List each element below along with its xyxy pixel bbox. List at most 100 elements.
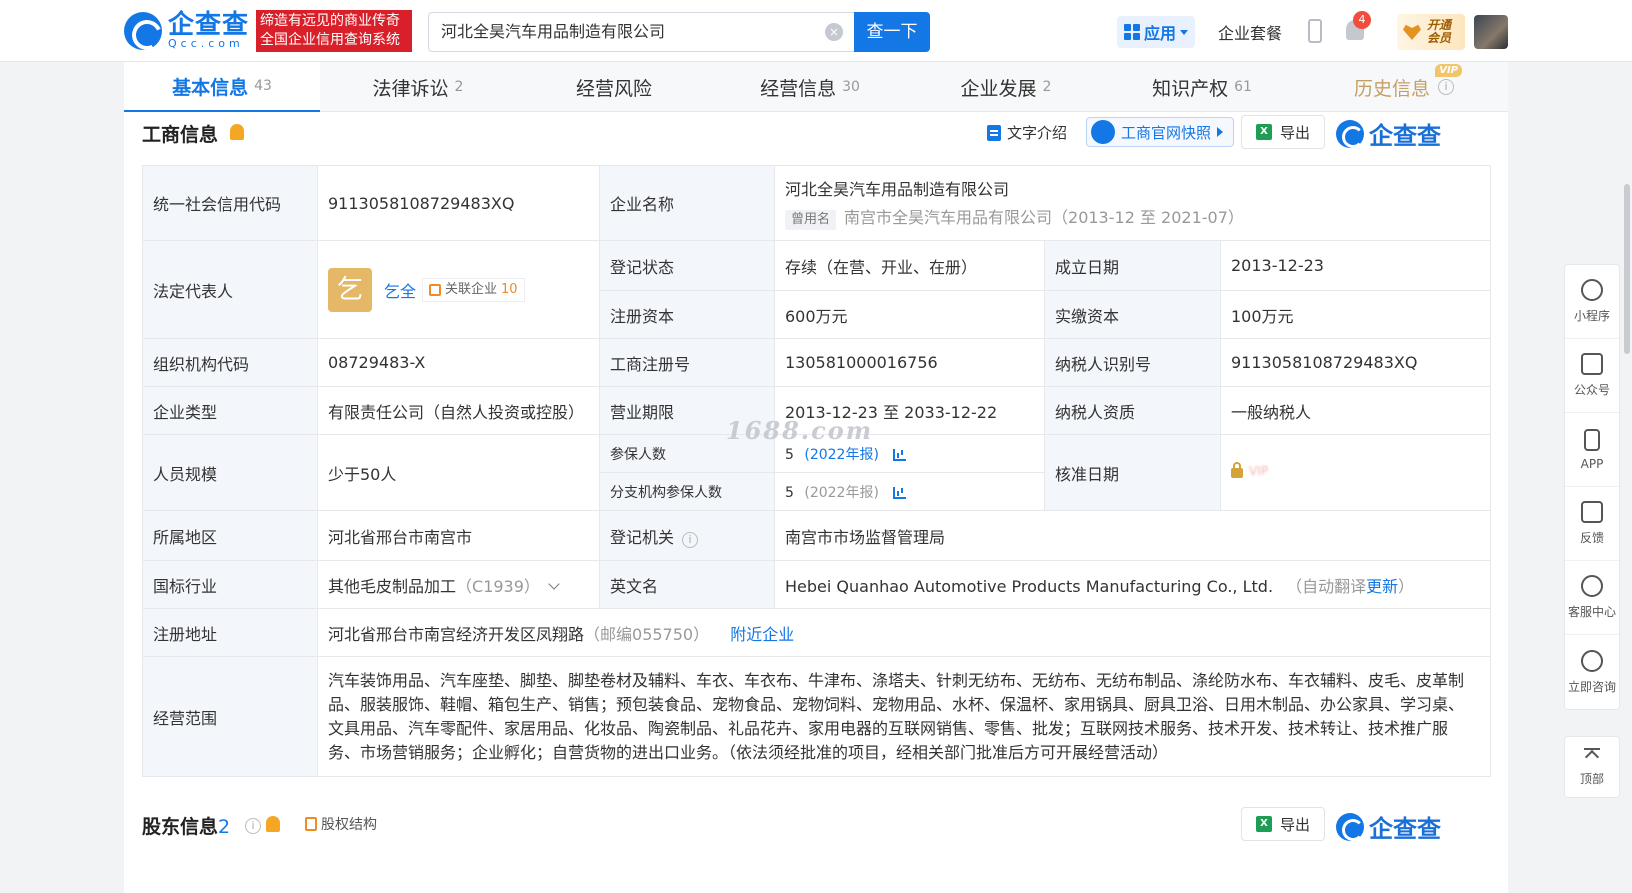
- staff-size-value: 少于50人: [317, 434, 600, 511]
- legal-rep-avatar[interactable]: 乞: [328, 267, 372, 312]
- paid-capital-value: 100万元: [1220, 290, 1491, 339]
- headset-icon: [1581, 575, 1603, 597]
- shareholder-export-button[interactable]: X 导出: [1241, 807, 1326, 841]
- business-info-title: 工商信息: [142, 124, 219, 146]
- rail-service-center[interactable]: 客服中心: [1565, 561, 1619, 635]
- tab-risk[interactable]: 经营风险: [516, 62, 712, 112]
- table-row: 国标行业 其他毛皮制品加工（C1939） 英文名 Hebei Quanhao A…: [142, 560, 1491, 609]
- excel-icon: X: [1256, 124, 1272, 140]
- notification-badge: 4: [1353, 11, 1371, 29]
- shareholder-count: 2: [218, 816, 231, 838]
- table-row: 法定代表人 乞乞全 关联企业 10 登记状态 存续（在营、开业、在册） 成立日期 2…: [142, 240, 1491, 339]
- reg-status-label: 登记状态: [599, 240, 775, 291]
- former-name-tag: 曾用名: [785, 210, 837, 230]
- logo-en: Qcc.com: [168, 37, 244, 50]
- reg-authority-label-cell: 登记机关 i: [599, 510, 775, 561]
- snapshot-icon: [1091, 120, 1115, 144]
- qcc-brand-logo: 企查查: [1336, 809, 1441, 844]
- info-icon[interactable]: i: [682, 531, 699, 548]
- taxpayer-id-label: 纳税人识别号: [1044, 338, 1221, 387]
- page-scrollbar[interactable]: [1624, 184, 1630, 354]
- follow-bell-icon[interactable]: [230, 124, 244, 140]
- search-button[interactable]: 查一下: [854, 12, 930, 52]
- business-info-table: 统一社会信用代码 9113058108729483XQ 企业名称 河北全昊汽车用…: [142, 165, 1491, 777]
- insured-value: 5: [785, 446, 794, 463]
- document-icon: [987, 124, 1001, 141]
- table-row: 经营范围 汽车装饰用品、汽车座垫、脚垫、脚垫卷材及辅料、车衣、车衣布、牛津布、涤…: [142, 656, 1491, 777]
- trend-chart-icon[interactable]: [893, 448, 907, 461]
- region-label: 所属地区: [142, 510, 318, 561]
- apps-dropdown[interactable]: 应用: [1117, 16, 1195, 48]
- rail-official-account[interactable]: 公众号: [1565, 339, 1619, 413]
- reg-capital-value: 600万元: [774, 290, 1045, 339]
- export-button[interactable]: X 导出: [1241, 115, 1326, 149]
- heart-icon: [1403, 24, 1421, 40]
- equity-structure-link[interactable]: 股权结构: [305, 814, 377, 834]
- rail-feedback[interactable]: 反馈: [1565, 487, 1619, 561]
- official-snapshot-button[interactable]: 工商官网快照: [1086, 117, 1235, 147]
- search-input[interactable]: 河北全昊汽车用品制造有限公司: [428, 12, 854, 52]
- qcc-brand-icon: [1336, 119, 1364, 148]
- reg-capital-label: 注册资本: [599, 290, 775, 339]
- follow-bell-icon[interactable]: [266, 816, 280, 832]
- biz-reg-no-label: 工商注册号: [599, 338, 775, 387]
- enterprise-suite-link[interactable]: 企业套餐: [1218, 20, 1282, 44]
- clear-icon[interactable]: ×: [825, 23, 843, 41]
- feedback-icon: [1581, 501, 1603, 523]
- approval-date-label: 核准日期: [1044, 434, 1221, 511]
- main-card: 基本信息 43 法律诉讼 2 经营风险 经营信息 30 企业发展 2 知识产权 61 VI…: [124, 62, 1508, 893]
- english-name-value: Hebei Quanhao Automotive Products Manufa…: [785, 576, 1274, 596]
- biz-reg-no-value: 130581000016756: [774, 338, 1045, 387]
- watermark: 1688.com: [726, 416, 874, 445]
- tab-basic-info[interactable]: 基本信息 43: [124, 62, 320, 112]
- taxpayer-id-value: 9113058108729483XQ: [1220, 338, 1491, 387]
- equity-structure-icon: [305, 817, 317, 831]
- tab-development[interactable]: 企业发展 2: [908, 62, 1104, 112]
- staff-size-label: 人员规模: [142, 434, 318, 511]
- shareholder-title: 股东信息2: [142, 816, 231, 838]
- back-to-top-button[interactable]: 顶部: [1564, 736, 1620, 798]
- info-icon[interactable]: i: [245, 818, 261, 834]
- industry-cell[interactable]: 其他毛皮制品加工（C1939）: [317, 560, 600, 609]
- translate-update-link[interactable]: 更新: [1366, 577, 1398, 596]
- industry-label: 国标行业: [142, 560, 318, 609]
- info-icon[interactable]: i: [1438, 79, 1454, 95]
- related-companies-button[interactable]: 关联企业 10: [422, 277, 525, 302]
- english-name-cell: Hebei Quanhao Automotive Products Manufa…: [774, 560, 1491, 609]
- tab-ip[interactable]: 知识产权 61: [1104, 62, 1300, 112]
- legal-rep-name-link[interactable]: 乞全: [384, 282, 416, 301]
- rail-consult[interactable]: 立即咨询: [1565, 635, 1619, 709]
- nearby-companies-link[interactable]: 附近企业: [730, 625, 794, 644]
- text-intro-link[interactable]: 文字介绍: [987, 122, 1067, 143]
- scope-label: 经营范围: [142, 656, 318, 777]
- address-value: 河北省邢台市南宫经济开发区凤翔路: [328, 624, 585, 644]
- mobile-icon[interactable]: [1308, 19, 1322, 43]
- company-type-value: 有限责任公司（自然人投资或控股）: [317, 386, 600, 435]
- scan-icon: [1581, 353, 1603, 375]
- open-vip-button[interactable]: 开通 会员: [1397, 14, 1465, 50]
- tab-history[interactable]: VIP 历史信息 i: [1300, 62, 1508, 112]
- right-floating-rail: 小程序 公众号 APP 反馈 客服中心 立即咨询: [1564, 264, 1620, 710]
- qcc-logo[interactable]: 企查查 Qcc.com: [124, 12, 249, 50]
- table-row: 所属地区 河北省邢台市南宫市 登记机关 i 南宫市市场监督管理局: [142, 510, 1491, 561]
- trend-chart-icon[interactable]: [893, 486, 907, 499]
- grid-icon: [1123, 24, 1140, 40]
- chevron-down-icon: [548, 577, 560, 590]
- reg-status-value: 存续（在营、开业、在册）: [774, 240, 1045, 291]
- mini-program-icon: [1581, 279, 1603, 301]
- lock-icon: [1231, 462, 1243, 478]
- phone-icon: [1584, 428, 1600, 451]
- org-code-value: 08729483-X: [317, 338, 600, 387]
- branch-insured-cell: 5 (2022年报): [774, 472, 1045, 511]
- approval-date-cell[interactable]: VIP: [1220, 434, 1491, 511]
- insured-year-link[interactable]: (2022年报): [804, 447, 879, 463]
- org-code-label: 组织机构代码: [142, 338, 318, 387]
- user-avatar[interactable]: [1474, 15, 1508, 49]
- related-companies-icon: [429, 283, 442, 296]
- rail-mini-program[interactable]: 小程序: [1565, 265, 1619, 339]
- tab-legal[interactable]: 法律诉讼 2: [320, 62, 516, 112]
- address-label: 注册地址: [142, 608, 318, 657]
- tab-operation[interactable]: 经营信息 30: [712, 62, 908, 112]
- taxpayer-qual-label: 纳税人资质: [1044, 386, 1221, 435]
- rail-app[interactable]: APP: [1565, 413, 1619, 487]
